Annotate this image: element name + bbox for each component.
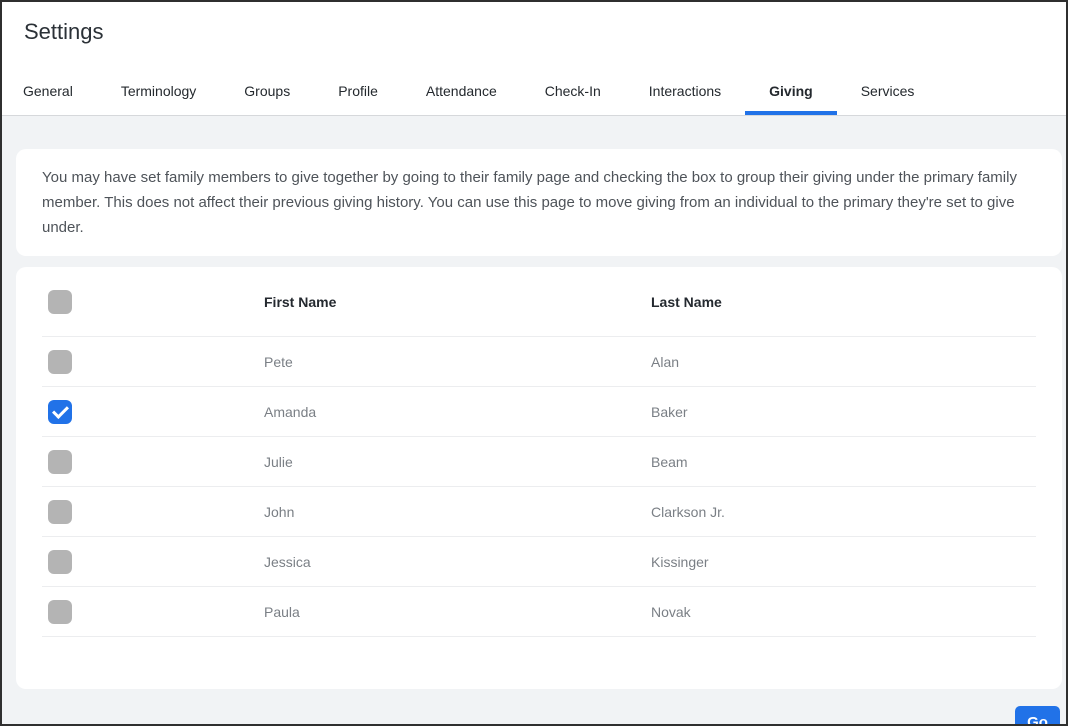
table-header-row: First Name Last Name xyxy=(42,267,1036,337)
first-name-cell: Pete xyxy=(264,353,293,370)
table-row: Paula Novak xyxy=(42,587,1036,637)
row-checkbox[interactable] xyxy=(48,399,72,424)
row-checkbox[interactable] xyxy=(48,599,72,624)
first-name-cell: John xyxy=(264,503,295,520)
giving-table: First Name Last Name Pete Alan Amanda Ba… xyxy=(16,267,1062,689)
row-checkbox[interactable] xyxy=(48,349,72,374)
action-bar: Go xyxy=(16,689,1062,724)
go-button[interactable]: Go xyxy=(1015,706,1060,724)
last-name-cell: Beam xyxy=(651,453,688,470)
column-header-last-name: Last Name xyxy=(651,293,722,310)
tab-interactions[interactable]: Interactions xyxy=(649,83,721,115)
table-row: Julie Beam xyxy=(42,437,1036,487)
giving-notice-text: You may have set family members to give … xyxy=(42,169,1017,236)
first-name-cell: Paula xyxy=(264,603,300,620)
giving-notice: You may have set family members to give … xyxy=(16,149,1062,256)
column-header-first-name: First Name xyxy=(264,293,337,310)
row-checkbox[interactable] xyxy=(48,549,72,574)
row-checkbox[interactable] xyxy=(48,499,72,524)
tab-check-in[interactable]: Check-In xyxy=(545,83,601,115)
tab-terminology[interactable]: Terminology xyxy=(121,83,196,115)
tab-bar: General Terminology Groups Profile Atten… xyxy=(2,83,1066,115)
last-name-cell: Baker xyxy=(651,403,688,420)
tab-services[interactable]: Services xyxy=(861,83,915,115)
first-name-cell: Jessica xyxy=(264,553,311,570)
last-name-cell: Novak xyxy=(651,603,691,620)
first-name-cell: Amanda xyxy=(264,403,317,420)
first-name-cell: Julie xyxy=(264,453,293,470)
header-checkbox-cell xyxy=(42,289,264,314)
tab-groups[interactable]: Groups xyxy=(244,83,290,115)
tab-attendance[interactable]: Attendance xyxy=(426,83,497,115)
row-checkbox[interactable] xyxy=(48,449,72,474)
table-row: Pete Alan xyxy=(42,337,1036,387)
table-row: Jessica Kissinger xyxy=(42,537,1036,587)
giving-settings-content: You may have set family members to give … xyxy=(2,116,1066,724)
tab-profile[interactable]: Profile xyxy=(338,83,378,115)
table-row: John Clarkson Jr. xyxy=(42,487,1036,537)
last-name-cell: Alan xyxy=(651,353,680,370)
table-row: Amanda Baker xyxy=(42,387,1036,437)
tab-general[interactable]: General xyxy=(23,83,73,115)
last-name-cell: Clarkson Jr. xyxy=(651,503,725,520)
tab-giving[interactable]: Giving xyxy=(745,83,837,115)
select-all-checkbox[interactable] xyxy=(48,289,72,314)
page-title: Settings xyxy=(24,19,104,44)
page-header: Settings General Terminology Groups Prof… xyxy=(2,2,1066,116)
settings-window: Settings General Terminology Groups Prof… xyxy=(0,0,1068,726)
last-name-cell: Kissinger xyxy=(651,553,709,570)
